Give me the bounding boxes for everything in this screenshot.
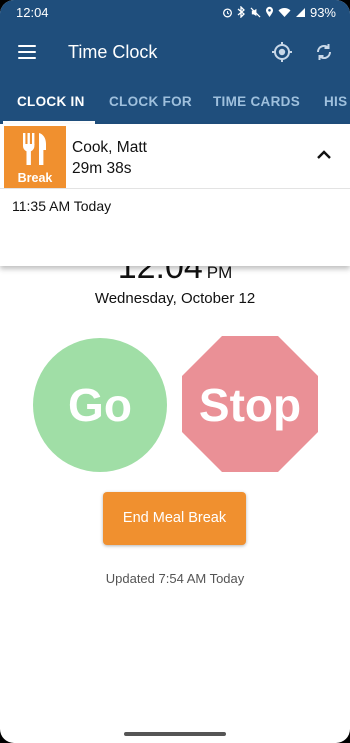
wifi-icon bbox=[278, 7, 291, 17]
end-meal-break-button[interactable]: End Meal Break bbox=[103, 492, 246, 545]
app-title: Time Clock bbox=[68, 42, 158, 62]
tab-bar: CLOCK IN CLOCK FOR TIME CARDS HIS bbox=[0, 80, 350, 124]
go-button[interactable]: Go bbox=[33, 338, 167, 472]
mute-icon bbox=[250, 6, 261, 18]
battery-percent: 93% bbox=[309, 5, 336, 20]
tab-history[interactable]: HIS bbox=[324, 80, 347, 124]
tab-time-cards[interactable]: TIME CARDS bbox=[213, 80, 300, 124]
last-updated-text: Updated 7:54 AM Today bbox=[105, 571, 245, 586]
stop-button-label: Stop bbox=[198, 379, 302, 431]
status-time: 12:04 bbox=[16, 5, 49, 20]
app-bar: Time Clock bbox=[0, 26, 350, 80]
break-card: Break Cook, Matt 29m 38s 11:35 AM Today bbox=[0, 124, 350, 266]
home-indicator[interactable] bbox=[124, 732, 226, 736]
status-bar: 12:04 93% bbox=[0, 0, 350, 26]
chevron-up-icon[interactable] bbox=[316, 149, 332, 161]
break-badge-label: Break bbox=[17, 171, 53, 185]
bluetooth-icon bbox=[237, 6, 245, 18]
status-icons bbox=[222, 6, 306, 18]
employee-name: Cook, Matt bbox=[72, 139, 147, 156]
alarm-icon bbox=[223, 7, 232, 17]
location-icon bbox=[266, 6, 273, 17]
phone-screen: 12:04 93% Time Clock CLOCK IN CLOCK FOR … bbox=[0, 0, 350, 743]
my-location-icon[interactable] bbox=[270, 40, 294, 64]
break-badge: Break bbox=[4, 126, 66, 188]
signal-icon bbox=[296, 7, 305, 17]
break-start-time: 11:35 AM Today bbox=[12, 198, 112, 214]
card-divider bbox=[0, 188, 350, 189]
fork-knife-icon bbox=[23, 133, 46, 165]
menu-icon[interactable] bbox=[18, 43, 38, 61]
stop-button[interactable]: Stop bbox=[182, 336, 318, 472]
current-date: Wednesday, October 12 bbox=[94, 290, 256, 307]
tab-clock-for[interactable]: CLOCK FOR bbox=[109, 80, 192, 124]
sync-icon[interactable] bbox=[312, 40, 336, 64]
tab-clock-in[interactable]: CLOCK IN bbox=[17, 80, 85, 124]
break-duration: 29m 38s bbox=[72, 160, 132, 177]
go-button-label: Go bbox=[68, 379, 132, 431]
